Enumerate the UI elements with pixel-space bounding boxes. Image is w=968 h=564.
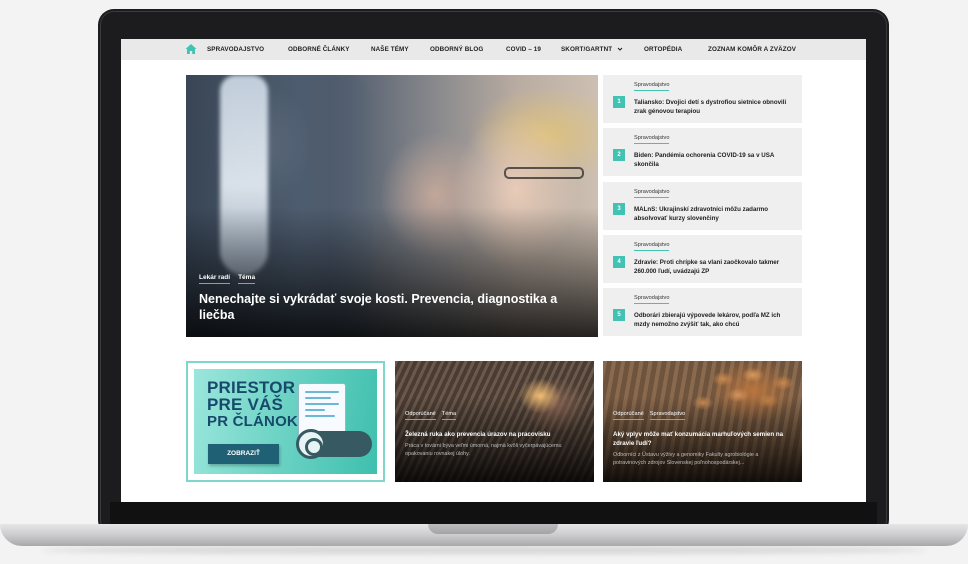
side-item-number: 4 xyxy=(613,256,625,268)
laptop-shadow xyxy=(40,546,928,554)
scroll-roll-end xyxy=(296,429,326,459)
nav-item-skort-gartnt[interactable]: SKORT/GARTNT xyxy=(561,39,623,60)
side-item-title[interactable]: Taliansko: Dvojici detí s dystrofiou sie… xyxy=(634,99,796,116)
nav-item-covid[interactable]: COVID – 19 xyxy=(506,39,541,60)
side-list-item[interactable]: Spravodajstvo 3 MALnS: Ukrajinskí zdravo… xyxy=(603,182,802,230)
side-item-title[interactable]: MALnS: Ukrajinskí zdravotníci môžu zadar… xyxy=(634,206,796,223)
side-item-number: 1 xyxy=(613,96,625,108)
article-card[interactable]: Odporúčané Téma Železná ruka ako prevenc… xyxy=(395,361,594,482)
side-item-title[interactable]: Odborári zbierajú výpovede lekárov, podľ… xyxy=(634,312,796,329)
card-tags: Odporúčané Téma xyxy=(405,411,457,420)
side-list-item[interactable]: Spravodajstvo 5 Odborári zbierajú výpove… xyxy=(603,288,802,336)
nav-item-zoznam-komor[interactable]: ZOZNAM KOMÔR A ZVÄZOV xyxy=(708,39,796,60)
hero-article[interactable]: Lekár radí Téma Nenechajte si vykrádať s… xyxy=(186,75,598,337)
card-tags: Odporúčané Spravodajstvo xyxy=(613,411,686,420)
nav-item-odborne-clanky[interactable]: ODBORNÉ ČLÁNKY xyxy=(288,39,350,60)
doctor-glasses xyxy=(504,167,584,179)
hero-tag[interactable]: Téma xyxy=(238,274,256,284)
side-item-number: 3 xyxy=(613,203,625,215)
card-description: Odborníci z Ústavu výživy a genomiky Fak… xyxy=(613,452,759,466)
card-tag[interactable]: Téma xyxy=(441,411,457,420)
ad-headline-line: PRIESTOR xyxy=(207,378,296,397)
side-item-category[interactable]: Spravodajstvo xyxy=(634,189,670,198)
card-tag[interactable]: Spravodajstvo xyxy=(649,411,686,420)
card-overlay xyxy=(395,397,594,482)
ad-show-button[interactable]: ZOBRAZIŤ xyxy=(208,444,279,464)
card-description: Práca v továrni býva veľmi úmorná, najmä… xyxy=(405,443,562,457)
home-icon[interactable] xyxy=(185,43,197,55)
nav-item-spravodajstvo[interactable]: SPRAVODAJSTVO xyxy=(207,39,264,60)
pr-article-ad[interactable]: PRIESTOR PRE VÁŠ PR ČLÁNOK ZOBRAZIŤ xyxy=(186,361,385,482)
side-list-item[interactable]: Spravodajstvo 2 Biden: Pandémia ochoreni… xyxy=(603,128,802,176)
laptop-notch xyxy=(428,524,558,534)
card-title[interactable]: Aký vplyv môže mať konzumácia marhuľovýc… xyxy=(613,431,793,448)
side-item-title[interactable]: Zdravie: Proti chrípke sa vlani zaočkova… xyxy=(634,259,796,276)
hero-title[interactable]: Nenechajte si vykrádať svoje kosti. Prev… xyxy=(199,291,559,323)
side-list-item[interactable]: Spravodajstvo 4 Zdravie: Proti chrípke s… xyxy=(603,235,802,283)
side-item-category[interactable]: Spravodajstvo xyxy=(634,135,670,144)
side-item-number: 5 xyxy=(613,309,625,321)
side-item-category[interactable]: Spravodajstvo xyxy=(634,295,670,304)
laptop-bezel xyxy=(110,502,877,524)
side-item-number: 2 xyxy=(613,149,625,161)
nav-item-nase-temy[interactable]: NAŠE TÉMY xyxy=(371,39,409,60)
nav-item-odborny-blog[interactable]: ODBORNÝ BLOG xyxy=(430,39,483,60)
card-tag[interactable]: Odporúčané xyxy=(613,411,644,420)
side-item-category[interactable]: Spravodajstvo xyxy=(634,242,670,251)
hero-tag[interactable]: Lekár radí xyxy=(199,274,231,284)
article-card[interactable]: Odporúčané Spravodajstvo Aký vplyv môže … xyxy=(603,361,802,482)
ad-headline-line: PRE VÁŠ xyxy=(207,395,284,414)
side-item-category[interactable]: Spravodajstvo xyxy=(634,82,670,91)
nav-item-ortopedia[interactable]: ORTOPÉDIA xyxy=(644,39,682,60)
hero-tags: Lekár radí Téma xyxy=(199,274,256,284)
nav-item-skort-gartnt-label: SKORT/GARTNT xyxy=(561,46,613,53)
browser-screen: SPRAVODAJSTVO ODBORNÉ ČLÁNKY NAŠE TÉMY O… xyxy=(121,39,866,502)
card-title[interactable]: Železná ruka ako prevencia úrazov na pra… xyxy=(405,431,585,440)
main-navigation: SPRAVODAJSTVO ODBORNÉ ČLÁNKY NAŠE TÉMY O… xyxy=(121,39,866,60)
ad-banner: PRIESTOR PRE VÁŠ PR ČLÁNOK ZOBRAZIŤ xyxy=(194,369,377,474)
ad-headline-line: PR ČLÁNOK xyxy=(207,413,298,430)
chevron-down-icon xyxy=(617,47,623,52)
side-list-item[interactable]: Spravodajstvo 1 Taliansko: Dvojici detí … xyxy=(603,75,802,123)
card-tag[interactable]: Odporúčané xyxy=(405,411,436,420)
side-item-title[interactable]: Biden: Pandémia ochorenia COVID-19 sa v … xyxy=(634,152,796,169)
